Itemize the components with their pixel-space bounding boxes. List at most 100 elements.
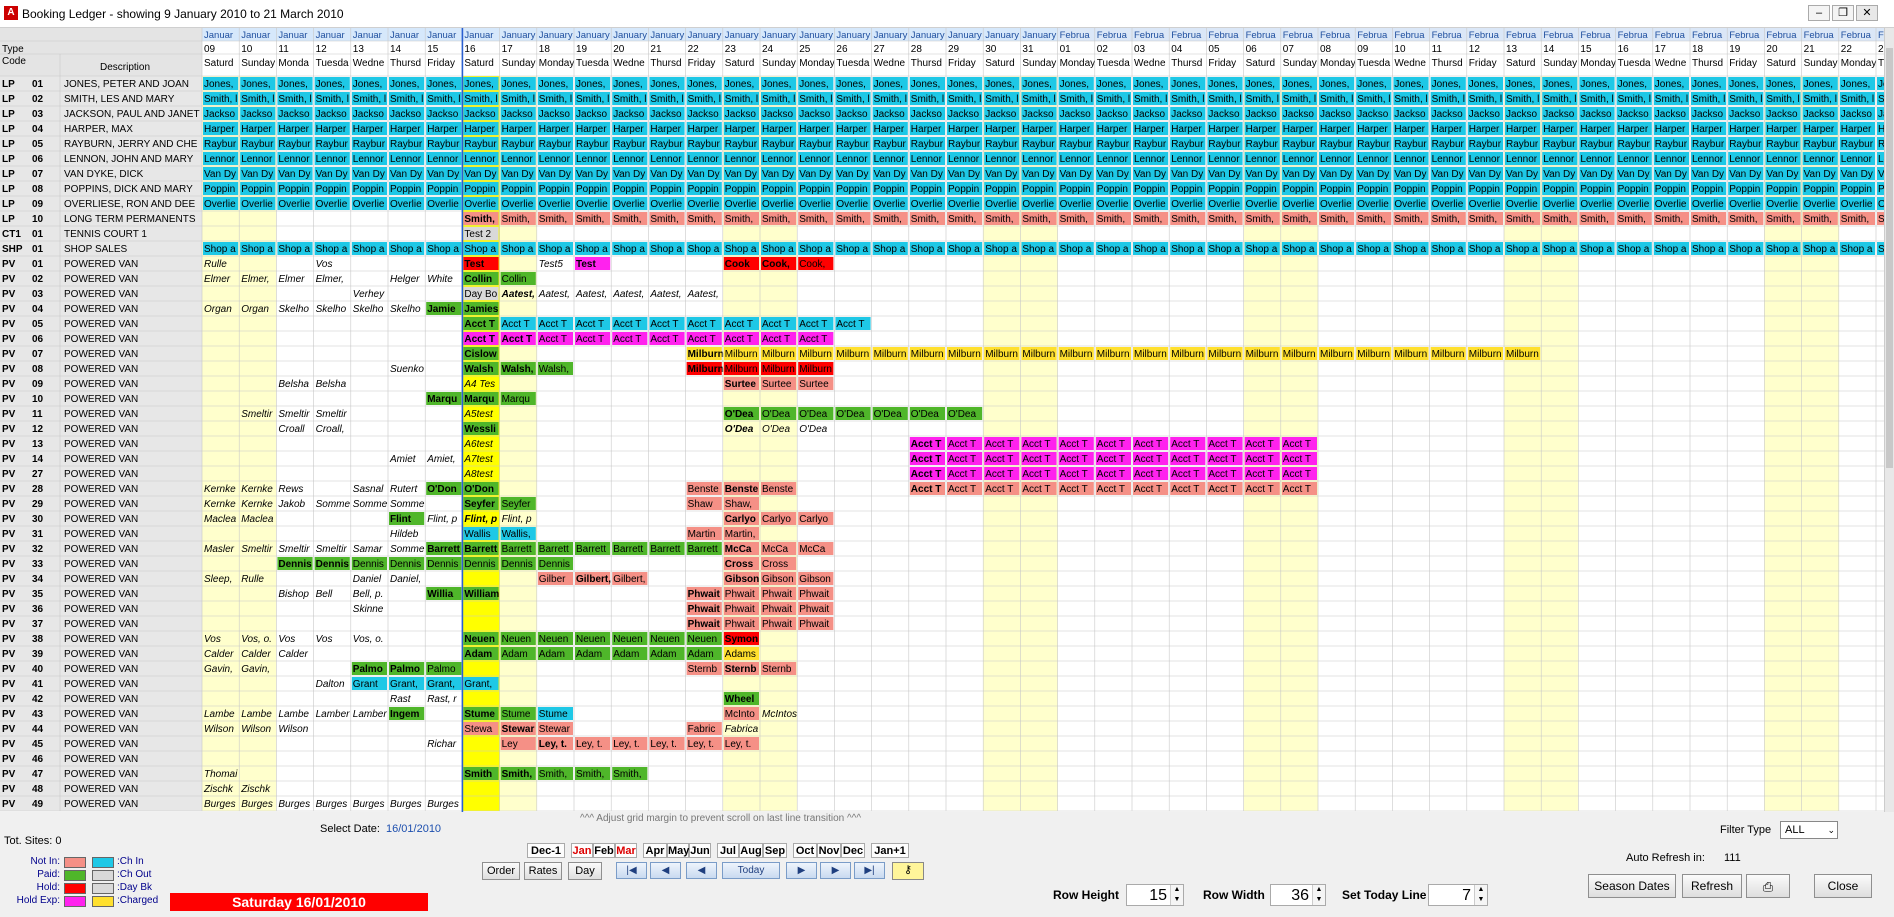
- booking-label: Shop a: [985, 244, 1017, 255]
- previous-page-icon[interactable]: ◀: [650, 862, 681, 879]
- order-button[interactable]: Order: [482, 862, 520, 880]
- next-icon[interactable]: ▶: [786, 862, 817, 879]
- booking-label: Belsha: [316, 379, 347, 390]
- vertical-scrollbar[interactable]: [1884, 28, 1894, 812]
- booking-label: Shop a: [1171, 244, 1203, 255]
- month-button-mar[interactable]: Mar: [615, 843, 637, 858]
- booking-label: Grant,: [427, 679, 455, 690]
- month-header-label: January: [948, 30, 982, 41]
- row-code: 38: [32, 634, 44, 645]
- month-button-jul[interactable]: Jul: [717, 843, 739, 858]
- legend-swatch: [92, 870, 114, 881]
- row-description: POWERED VAN: [64, 679, 138, 690]
- spin-up-icon[interactable]: ▲: [1312, 885, 1325, 895]
- booking-label: Overlie: [1060, 199, 1092, 210]
- booking-label: Raybur: [353, 139, 386, 150]
- booking-label: Jones,: [762, 79, 791, 90]
- booking-label: Burges: [204, 799, 236, 810]
- row-type: PV: [2, 589, 16, 600]
- booking-label: Harper: [1022, 124, 1053, 135]
- row-height-spinner[interactable]: 15 ▲ ▼: [1126, 884, 1184, 906]
- row-description: POWERED VAN: [64, 769, 138, 780]
- season-dates-button[interactable]: Season Dates: [1588, 874, 1676, 898]
- booking-label: Jackso: [762, 109, 794, 120]
- last-page-icon[interactable]: ▶|: [854, 862, 885, 879]
- next-page-icon[interactable]: ▶: [820, 862, 851, 879]
- row-code: 48: [32, 784, 44, 795]
- booking-grid-canvas[interactable]: TypeCode Description Januar 09 Saturd Januar 1…: [0, 28, 1884, 812]
- booking-label: Raybur: [464, 139, 497, 150]
- row-description: SMITH, LES AND MARY: [64, 94, 175, 105]
- close-window-icon[interactable]: ✕: [1856, 5, 1878, 21]
- row-code: 01: [32, 259, 44, 270]
- month-button-aug[interactable]: Aug: [739, 843, 763, 858]
- app-logo-icon: A: [4, 6, 18, 20]
- booking-label: Jones,: [241, 79, 270, 90]
- booking-label: Harper: [1580, 124, 1611, 135]
- close-button[interactable]: Close: [1814, 874, 1872, 898]
- booking-label: Smith, l: [1320, 94, 1353, 105]
- month-button-feb[interactable]: Feb: [593, 843, 615, 858]
- booking-label: Smith, l: [1283, 94, 1316, 105]
- month-button-apr[interactable]: Apr: [643, 843, 667, 858]
- previous-icon[interactable]: ◀: [686, 862, 717, 879]
- booking-label: Daniel: [353, 574, 382, 585]
- refresh-button[interactable]: Refresh: [1682, 874, 1742, 898]
- booking-label: Barrett: [427, 544, 460, 555]
- month-button-oct[interactable]: Oct: [793, 843, 817, 858]
- booking-label: Grant,: [464, 679, 492, 690]
- booking-grid[interactable]: Type Code Description Januar 09 Saturd Januar 1…: [0, 28, 1884, 812]
- booking-label: Lennor: [799, 154, 831, 165]
- key-icon[interactable]: ⚷: [892, 862, 924, 880]
- select-date-value[interactable]: 16/01/2010: [386, 823, 441, 835]
- row-code: 45: [32, 739, 44, 750]
- spin-down-icon[interactable]: ▼: [1474, 895, 1487, 905]
- booking-label: Smith, l: [1804, 94, 1837, 105]
- spin-up-icon[interactable]: ▲: [1170, 885, 1183, 895]
- booking-label: Acct T: [762, 334, 790, 345]
- booking-label: Martin: [688, 529, 716, 540]
- month-button-jun[interactable]: Jun: [689, 843, 711, 858]
- booking-label: Lennor: [316, 154, 348, 165]
- booking-label: Smith,: [1022, 214, 1050, 225]
- booking-label: Harper: [390, 124, 421, 135]
- row-width-spinner[interactable]: 36 ▲ ▼: [1270, 884, 1326, 906]
- month-button-nov[interactable]: Nov: [817, 843, 841, 858]
- minimize-icon[interactable]: –: [1808, 5, 1830, 21]
- spin-down-icon[interactable]: ▼: [1312, 895, 1325, 905]
- booking-label: Jones,: [1729, 79, 1758, 90]
- auto-refresh-value: 111: [1724, 852, 1741, 864]
- booking-label: Smith, l: [241, 94, 274, 105]
- booking-label: Gavin,: [204, 664, 233, 675]
- booking-label: Cook,: [762, 259, 790, 270]
- spin-up-icon[interactable]: ▲: [1474, 885, 1487, 895]
- month-button-jan[interactable]: Jan: [571, 843, 593, 858]
- today-button[interactable]: Today: [722, 862, 780, 879]
- booking-label: Harper: [1543, 124, 1574, 135]
- booking-label: Raybur: [1804, 139, 1837, 150]
- month-button-dec[interactable]: Dec: [841, 843, 865, 858]
- booking-label: O'Don: [427, 484, 457, 495]
- booking-label: Harper: [1134, 124, 1165, 135]
- restore-icon[interactable]: ❐: [1832, 5, 1854, 21]
- booking-label: Rulle: [204, 259, 227, 270]
- first-page-icon[interactable]: |◀: [616, 862, 647, 879]
- booking-label: Smith,: [502, 214, 530, 225]
- filter-type-select[interactable]: ALL ⌄: [1780, 821, 1838, 839]
- rates-button[interactable]: Rates: [524, 862, 562, 880]
- today-line-spinner[interactable]: 7 ▲ ▼: [1428, 884, 1488, 906]
- scrollbar-thumb[interactable]: [1886, 48, 1893, 468]
- booking-label: Acct T: [1060, 469, 1088, 480]
- month-button-dec-1[interactable]: Dec-1: [527, 843, 565, 858]
- booking-label: Overlie: [353, 199, 385, 210]
- spin-down-icon[interactable]: ▼: [1170, 895, 1183, 905]
- booking-label: Barrett: [688, 544, 718, 555]
- month-button-sep[interactable]: Sep: [763, 843, 787, 858]
- weekday-header: Monday: [539, 58, 575, 69]
- month-button-may[interactable]: May: [667, 843, 689, 858]
- print-icon[interactable]: ⎙: [1746, 874, 1790, 898]
- booking-label: Harper: [836, 124, 867, 135]
- booking-label: Poppin: [762, 184, 793, 195]
- day-button[interactable]: Day: [568, 862, 602, 880]
- month-button-jan+1[interactable]: Jan+1: [871, 843, 909, 858]
